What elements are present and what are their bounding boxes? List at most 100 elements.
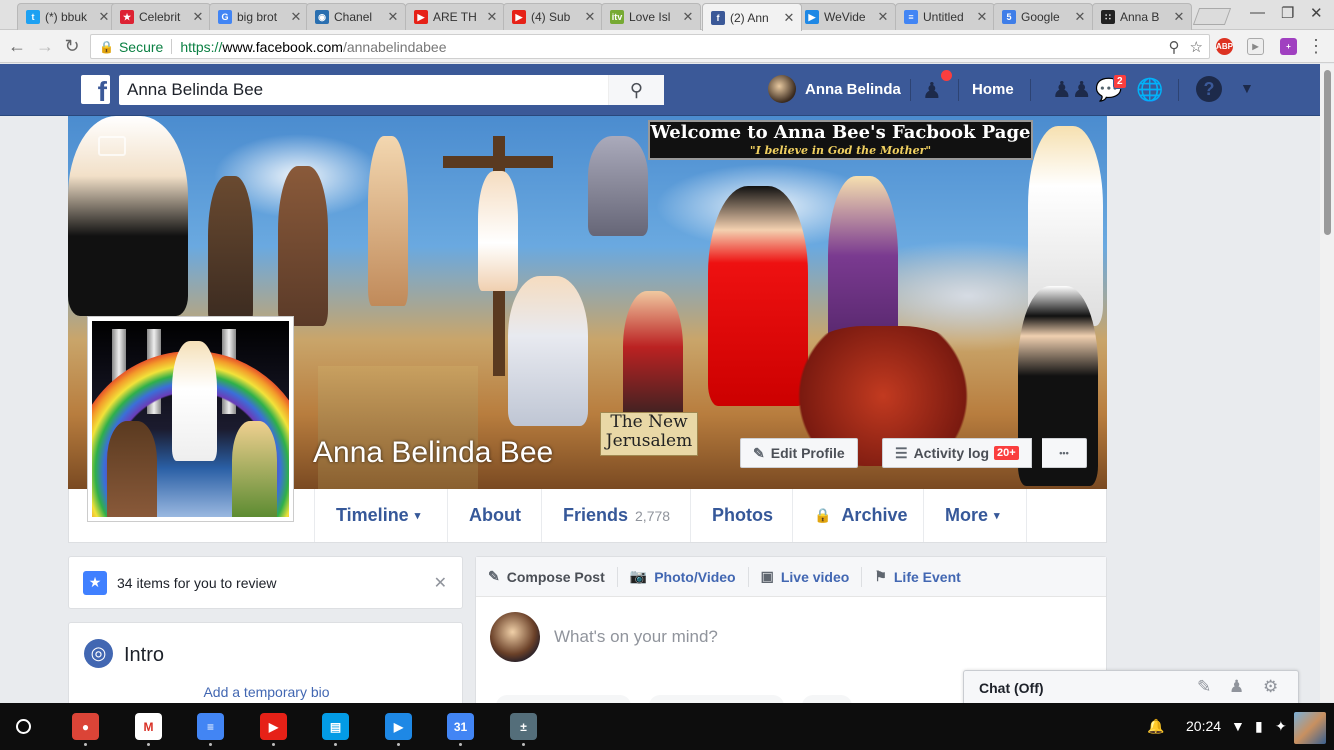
puzzle-icon[interactable]: + <box>1280 38 1297 55</box>
browser-tab[interactable]: ▶ ARE TH ✕ <box>405 3 505 30</box>
youtube-icon: ▶ <box>512 10 526 24</box>
picture-figure <box>172 341 217 461</box>
youtube-app[interactable]: ▶ <box>260 713 287 746</box>
browser-tab[interactable]: Gbig brot ✕ <box>209 3 309 30</box>
reload-icon[interactable]: ↻ <box>62 36 82 57</box>
chrome-app[interactable]: ● <box>72 713 99 746</box>
browser-tab[interactable]: 5 Google ✕ <box>993 3 1093 30</box>
sites-icon: 5 <box>1002 10 1016 24</box>
browser-menu-icon[interactable]: ⋮ <box>1306 36 1326 57</box>
close-tab-icon[interactable]: ✕ <box>584 9 596 25</box>
browser-tab[interactable]: ▶ (4) Sub ✕ <box>503 3 603 30</box>
battery-icon[interactable]: ▮ <box>1255 718 1263 735</box>
url-scheme: https:// <box>180 38 223 55</box>
tab-archive[interactable]: 🔒 Archive <box>792 489 923 542</box>
edit-profile-button[interactable]: ✎ Edit Profile <box>740 438 858 468</box>
accessibility-icon[interactable]: ✦ <box>1275 718 1287 735</box>
new-group-icon[interactable]: ♟ <box>1229 677 1244 697</box>
forward-icon[interactable]: → <box>35 36 55 57</box>
wevideo-app[interactable]: ▶ <box>385 713 412 746</box>
new-message-icon[interactable]: ✎ <box>1197 677 1211 697</box>
browser-tab[interactable]: t (*) bbuk ✕ <box>17 3 117 30</box>
more-options-button[interactable]: ••• <box>1042 438 1087 468</box>
add-bio-link[interactable]: Add a temporary bio <box>69 684 464 700</box>
account-menu-caret-icon[interactable]: ▼ <box>1240 80 1254 96</box>
live-video-tab[interactable]: ▣ Live video <box>761 566 863 587</box>
running-indicator <box>334 743 337 746</box>
tab-friends[interactable]: Friends 2,778 <box>541 489 690 542</box>
tab-title: (*) bbuk <box>45 10 88 24</box>
browser-tab[interactable]: ★ Celebrit ✕ <box>111 3 211 30</box>
close-tab-icon[interactable]: ✕ <box>387 9 399 25</box>
docs-app[interactable]: ≡ <box>197 713 224 746</box>
tab-timeline[interactable]: Timeline ▾ <box>314 489 447 542</box>
close-tab-icon[interactable]: ✕ <box>486 9 498 25</box>
facebook-logo-icon[interactable]: f <box>81 75 110 104</box>
profile-picture[interactable] <box>87 316 294 522</box>
compose-post-tab[interactable]: ✎ Compose Post <box>488 566 618 587</box>
wifi-icon[interactable]: ▼ <box>1231 718 1245 734</box>
tab-more[interactable]: More ▾ <box>923 489 1027 542</box>
restore-icon[interactable]: ❐ <box>1281 4 1294 22</box>
tab-label: Timeline <box>336 505 409 525</box>
post-input-placeholder[interactable]: What's on your mind? <box>554 627 718 647</box>
clock[interactable]: 20:24 <box>1186 718 1221 734</box>
header-divider <box>1030 79 1031 101</box>
address-bar[interactable]: 🔒 Secure https:// www.facebook.com /anna… <box>90 34 1210 59</box>
close-tab-icon[interactable]: ✕ <box>98 9 110 25</box>
abp-icon[interactable]: ABP <box>1216 38 1233 55</box>
profile-name[interactable]: Anna Belinda Bee <box>313 436 553 470</box>
gmail-app[interactable]: M <box>135 713 162 746</box>
browser-tab[interactable]: f (2) Ann ✕ <box>702 3 802 31</box>
close-tab-icon[interactable]: ✕ <box>290 9 302 25</box>
tab-photos[interactable]: Photos <box>690 489 792 542</box>
friend-requests-icon[interactable]: ♟♟ <box>1052 77 1091 103</box>
back-icon[interactable]: ← <box>7 36 27 57</box>
minimize-icon[interactable]: — <box>1250 4 1265 21</box>
user-avatar[interactable] <box>1294 712 1326 744</box>
bookmark-star-icon[interactable]: ☆ <box>1190 38 1203 56</box>
photo-video-tab[interactable]: 📷 Photo/Video <box>630 566 749 587</box>
tab-about[interactable]: About <box>447 489 541 542</box>
close-tab-icon[interactable]: ✕ <box>877 9 889 25</box>
tab-label: Life Event <box>893 568 961 585</box>
home-link[interactable]: Home <box>972 81 1014 98</box>
close-icon[interactable]: ✕ <box>434 573 447 593</box>
life-event-tab[interactable]: ⚑ Life Event <box>874 567 972 587</box>
close-tab-icon[interactable]: ✕ <box>1074 9 1086 25</box>
new-tab-button[interactable] <box>1192 8 1232 25</box>
close-tab-icon[interactable]: ✕ <box>682 9 694 25</box>
close-tab-icon[interactable]: ✕ <box>192 9 204 25</box>
notification-bell-icon[interactable]: 🔔 <box>1147 718 1164 735</box>
cover-figure <box>68 116 188 316</box>
review-items-banner[interactable]: ★ 34 items for you to review ✕ <box>68 556 463 609</box>
page-scrollbar[interactable] <box>1320 64 1334 702</box>
help-icon[interactable]: ? <box>1196 76 1222 102</box>
find-friends-icon[interactable]: ♟ <box>922 78 942 104</box>
calendar-app[interactable]: 31 <box>447 713 474 746</box>
close-tab-icon[interactable]: ✕ <box>976 9 988 25</box>
cast-icon[interactable]: ▶ <box>1247 38 1264 55</box>
files-app[interactable]: ▤ <box>322 713 349 746</box>
cover-caption-title: Welcome to Anna Bee's Facbook Page <box>650 122 1031 143</box>
browser-tab[interactable]: ◉ Chanel ✕ <box>306 3 406 30</box>
browser-tab[interactable]: ≡ Untitled ✕ <box>895 3 995 30</box>
zoom-icon[interactable]: ⚲ <box>1169 38 1180 56</box>
close-tab-icon[interactable]: ✕ <box>783 10 795 26</box>
close-window-icon[interactable]: ✕ <box>1310 4 1323 22</box>
browser-tab[interactable]: ∷ Anna B ✕ <box>1092 3 1192 30</box>
profile-link[interactable]: Anna Belinda <box>768 75 901 103</box>
search-button[interactable]: ⚲ <box>608 75 664 105</box>
gear-icon[interactable]: ⚙ <box>1263 677 1278 697</box>
launcher-icon[interactable] <box>16 719 31 734</box>
browser-tab[interactable]: itv Love Isl ✕ <box>601 3 701 30</box>
scrollbar-thumb[interactable] <box>1324 70 1331 235</box>
notifications-globe-icon[interactable]: 🌐 <box>1136 77 1163 103</box>
calculator-app[interactable]: ± <box>510 713 537 746</box>
search-input[interactable] <box>119 75 599 105</box>
activity-log-button[interactable]: ☰ Activity log 20+ <box>882 438 1032 468</box>
browser-tab[interactable]: ▶ WeVide ✕ <box>796 3 896 30</box>
close-tab-icon[interactable]: ✕ <box>1173 9 1185 25</box>
tab-title: Chanel <box>334 10 373 24</box>
camera-icon[interactable] <box>98 136 126 156</box>
